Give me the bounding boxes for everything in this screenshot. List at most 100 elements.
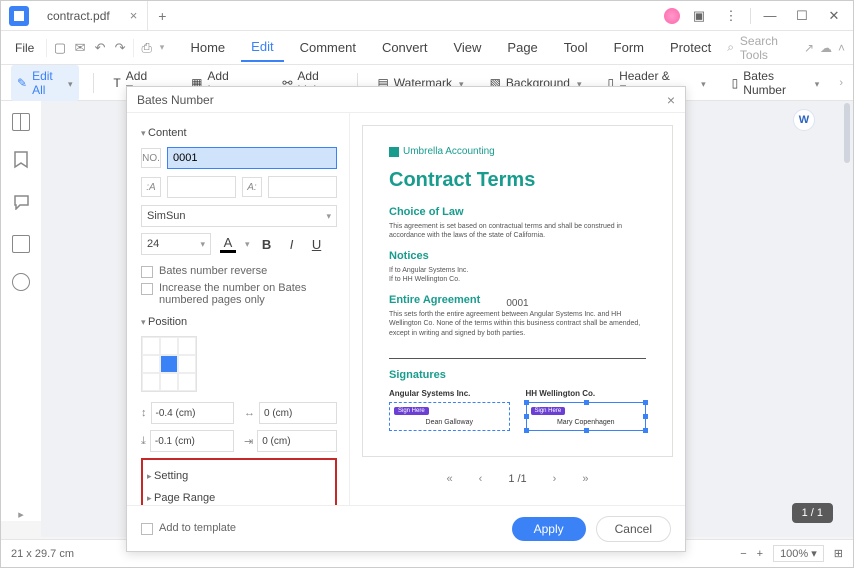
offset-x2-input[interactable]: 0 (cm) <box>257 430 337 452</box>
offset-y2-input[interactable]: -0.1 (cm) <box>150 430 234 452</box>
menu-convert[interactable]: Convert <box>372 34 438 61</box>
attachments-icon[interactable] <box>12 235 30 253</box>
scrollbar[interactable] <box>844 103 850 483</box>
left-rail: ▸ <box>1 101 41 521</box>
position-section-header[interactable]: Position <box>141 316 337 328</box>
file-menu[interactable]: File <box>9 37 40 59</box>
offset-y1-input[interactable]: -0.4 (cm) <box>151 402 235 424</box>
preview-page-label: 1 /1 <box>502 471 532 487</box>
suffix-input[interactable] <box>268 176 337 198</box>
word-export-icon[interactable]: W <box>793 109 815 131</box>
highlighted-sections: Setting Page Range <box>141 458 337 505</box>
party-1-name: Angular Systems Inc. <box>389 389 510 398</box>
maximize-button[interactable]: ☐ <box>789 3 815 29</box>
share-icon[interactable]: ↗ <box>804 41 814 55</box>
cloud-icon[interactable]: ☁ <box>820 41 832 55</box>
increase-checkbox[interactable]: Increase the number on Bates numbered pa… <box>141 282 337 306</box>
offset-x1-input[interactable]: 0 (cm) <box>259 402 337 424</box>
menu-page[interactable]: Page <box>497 34 547 61</box>
menu-form[interactable]: Form <box>604 34 654 61</box>
add-template-checkbox[interactable]: Add to template <box>141 522 236 535</box>
underline-button[interactable]: U <box>309 237 325 252</box>
tab-close-icon[interactable]: × <box>130 8 138 23</box>
zoom-level[interactable]: 100% ▾ <box>773 545 824 562</box>
signer-1: Dean Galloway <box>394 419 505 426</box>
section-2-body1: If to Angular Systems Inc. <box>389 266 646 275</box>
offset-right-icon: ⇥ <box>244 435 253 448</box>
redo-icon[interactable]: ↷ <box>113 38 127 58</box>
comments-icon[interactable] <box>13 194 30 215</box>
italic-button[interactable]: I <box>284 237 300 252</box>
page-indicator: 1 / 1 <box>792 503 833 523</box>
mail-icon[interactable]: ✉ <box>73 38 87 58</box>
position-grid[interactable] <box>141 336 197 392</box>
menu-comment[interactable]: Comment <box>290 34 366 61</box>
apply-button[interactable]: Apply <box>512 517 586 541</box>
preview-pagination: « ‹ 1 /1 › » <box>362 465 673 493</box>
font-size-select[interactable]: 24▾ <box>141 233 211 255</box>
more-icon[interactable]: ⋮ <box>718 3 744 29</box>
reverse-checkbox[interactable]: Bates number reverse <box>141 265 337 278</box>
cancel-button[interactable]: Cancel <box>596 516 671 542</box>
signature-box-1: Sign Here Dean Galloway <box>389 402 510 431</box>
toolbar-next-icon[interactable]: › <box>839 77 843 89</box>
dialog-close-button[interactable]: × <box>667 92 675 108</box>
font-select[interactable]: SimSun▾ <box>141 205 337 227</box>
menu-tool[interactable]: Tool <box>554 34 598 61</box>
doc-title: Contract Terms <box>389 169 646 192</box>
save-icon[interactable]: ▢ <box>53 38 67 58</box>
company-header: Umbrella Accounting <box>389 146 646 157</box>
account-avatar-icon[interactable] <box>664 8 680 24</box>
section-1-title: Choice of Law <box>389 206 646 218</box>
edit-all-button[interactable]: ✎ Edit All <box>11 65 79 101</box>
search-icon[interactable]: ⌕ <box>727 40 734 55</box>
signature-box-2: Sign Here Mary Copenhagen <box>526 402 647 431</box>
undo-icon[interactable]: ↶ <box>93 38 107 58</box>
close-window-button[interactable]: ✕ <box>821 3 847 29</box>
fit-icon[interactable]: ⊞ <box>834 547 843 560</box>
offset-bottom-icon: ⤓ <box>141 435 146 448</box>
document-tab[interactable]: contract.pdf × <box>37 1 148 30</box>
section-4-title: Signatures <box>389 369 646 381</box>
prefix-input[interactable] <box>167 176 236 198</box>
bates-number-button[interactable]: ▯Bates Number <box>726 65 826 101</box>
last-page-button[interactable]: » <box>576 471 594 487</box>
content-section-header[interactable]: Content <box>141 127 337 139</box>
prefix-icon[interactable]: :A <box>141 177 161 197</box>
rail-expand-icon[interactable]: ▸ <box>18 508 24 521</box>
new-tab-button[interactable]: + <box>148 8 176 24</box>
page-range-section-header[interactable]: Page Range <box>147 492 327 504</box>
section-2-title: Notices <box>389 250 646 262</box>
minimize-button[interactable]: — <box>757 3 783 29</box>
edit-all-label: Edit All <box>32 69 61 97</box>
party-2-name: HH Wellington Co. <box>526 389 647 398</box>
menu-view[interactable]: View <box>443 34 491 61</box>
menu-protect[interactable]: Protect <box>660 34 721 61</box>
sign-here-tag-1: Sign Here <box>394 407 429 415</box>
menu-edit[interactable]: Edit <box>241 33 283 62</box>
tab-filename: contract.pdf <box>47 9 110 23</box>
zoom-out-button[interactable]: − <box>740 548 746 560</box>
prev-page-button[interactable]: ‹ <box>473 471 489 487</box>
first-page-button[interactable]: « <box>441 471 459 487</box>
bookmarks-icon[interactable] <box>13 151 29 174</box>
next-page-button[interactable]: › <box>547 471 563 487</box>
font-color-button[interactable]: A <box>220 235 236 253</box>
chevron-up-icon[interactable]: ˄ <box>838 41 845 55</box>
suffix-icon[interactable]: A: <box>242 177 262 197</box>
app-icon <box>9 6 29 26</box>
print-icon[interactable]: ⎙ <box>140 38 154 58</box>
bates-number-input[interactable] <box>167 147 337 169</box>
bold-button[interactable]: B <box>259 237 275 252</box>
company-logo-icon <box>389 147 399 157</box>
search-placeholder[interactable]: Search Tools <box>740 34 783 62</box>
dialog-settings-panel: Content NO. :A A: SimSun▾ 24▾ A▾ B I U B… <box>127 113 350 505</box>
zoom-in-button[interactable]: + <box>757 548 763 560</box>
dialog-preview-panel: Umbrella Accounting Contract Terms Choic… <box>350 113 685 505</box>
menu-home[interactable]: Home <box>180 34 235 61</box>
number-format-icon[interactable]: NO. <box>141 148 161 168</box>
search-rail-icon[interactable] <box>12 273 30 291</box>
thumbnails-icon[interactable] <box>12 113 30 131</box>
setting-section-header[interactable]: Setting <box>147 470 327 482</box>
launch-icon[interactable]: ▣ <box>686 3 712 29</box>
